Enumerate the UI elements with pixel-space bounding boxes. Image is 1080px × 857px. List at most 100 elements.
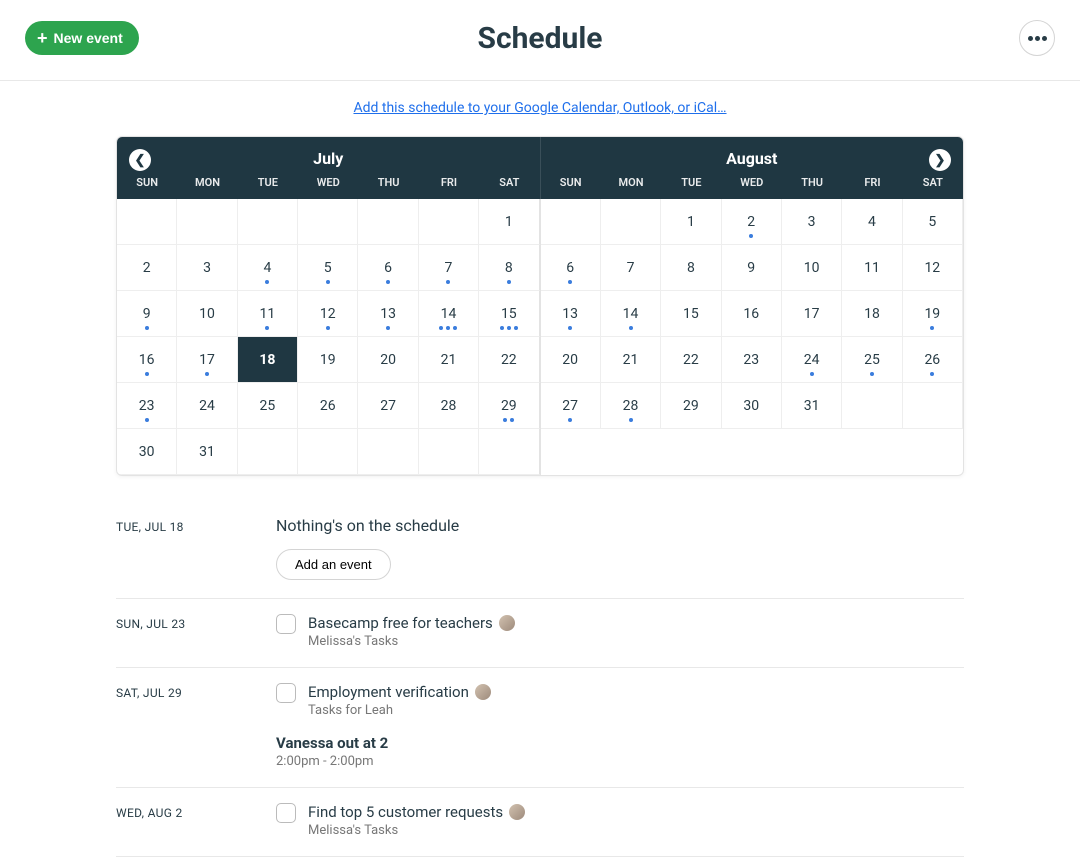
month-label-right: August (541, 137, 964, 172)
calendar-day[interactable]: 30 (722, 383, 782, 429)
assignee-avatar (499, 615, 515, 631)
new-event-button[interactable]: + New event (25, 21, 139, 55)
add-external-calendar-link[interactable]: Add this schedule to your Google Calenda… (353, 100, 726, 116)
calendar-day[interactable]: 15 (479, 291, 539, 337)
calendar-day[interactable]: 26 (903, 337, 963, 383)
calendar-day[interactable]: 1 (661, 199, 721, 245)
calendar-day[interactable]: 10 (782, 245, 842, 291)
calendar-day[interactable]: 24 (177, 383, 237, 429)
calendar-day[interactable]: 17 (782, 291, 842, 337)
calendar-day[interactable]: 6 (358, 245, 418, 291)
agenda-task-item[interactable]: Employment verificationTasks for Leah (276, 682, 964, 718)
day-number: 21 (623, 353, 639, 367)
calendar-day[interactable]: 8 (661, 245, 721, 291)
day-of-week-label: SUN (541, 172, 601, 199)
event-indicator-dots (238, 326, 297, 330)
calendar-day[interactable]: 29 (479, 383, 539, 429)
agenda-task-item[interactable]: Find top 5 customer requestsMelissa's Ta… (276, 802, 964, 838)
calendar-day[interactable]: 26 (298, 383, 358, 429)
calendar-day[interactable]: 31 (782, 383, 842, 429)
subheader: Add this schedule to your Google Calenda… (0, 81, 1080, 120)
agenda-task-item[interactable]: Basecamp free for teachersMelissa's Task… (276, 613, 964, 649)
calendar-day[interactable]: 25 (238, 383, 298, 429)
calendar-day[interactable]: 5 (903, 199, 963, 245)
calendar-day[interactable]: 5 (298, 245, 358, 291)
calendar-day[interactable]: 21 (419, 337, 479, 383)
calendar-day-empty (238, 199, 298, 245)
calendar-day[interactable]: 2 (722, 199, 782, 245)
calendar-day[interactable]: 7 (419, 245, 479, 291)
calendar-day[interactable]: 3 (782, 199, 842, 245)
calendar-day[interactable]: 20 (541, 337, 601, 383)
calendar-day[interactable]: 12 (903, 245, 963, 291)
calendar-day[interactable]: 6 (541, 245, 601, 291)
more-menu-button[interactable] (1019, 20, 1055, 56)
task-checkbox[interactable] (276, 614, 296, 634)
calendar-day[interactable]: 17 (177, 337, 237, 383)
calendar-day[interactable]: 12 (298, 291, 358, 337)
day-number: 15 (683, 307, 699, 321)
task-checkbox[interactable] (276, 683, 296, 703)
day-number: 19 (320, 353, 336, 367)
calendar-day[interactable]: 13 (541, 291, 601, 337)
agenda-content: Employment verificationTasks for Leah Van… (276, 682, 964, 769)
day-number: 29 (683, 399, 699, 413)
calendar-day[interactable]: 30 (117, 429, 177, 475)
calendar-day[interactable]: 2 (117, 245, 177, 291)
calendar-day[interactable]: 9 (722, 245, 782, 291)
event-indicator-dots (358, 280, 417, 284)
day-number: 15 (501, 307, 517, 321)
calendar-day[interactable]: 27 (541, 383, 601, 429)
calendar-day[interactable]: 22 (479, 337, 539, 383)
calendar-day[interactable]: 15 (661, 291, 721, 337)
calendar-day[interactable]: 18 (842, 291, 902, 337)
calendar-day[interactable]: 25 (842, 337, 902, 383)
task-project-label: Melissa's Tasks (308, 634, 515, 649)
day-number: 8 (687, 261, 695, 275)
agenda-event[interactable]: Vanessa out at 22:00pm - 2:00pm (276, 734, 964, 769)
agenda-date: SUN, JUL 23 (116, 613, 276, 649)
calendar-day[interactable]: 16 (722, 291, 782, 337)
agenda-content: Find top 5 customer requestsMelissa's Ta… (276, 802, 964, 838)
calendar-day[interactable]: 28 (601, 383, 661, 429)
add-event-button[interactable]: Add an event (276, 549, 391, 580)
calendar-day[interactable]: 11 (842, 245, 902, 291)
calendar-day[interactable]: 19 (298, 337, 358, 383)
calendar-day[interactable]: 4 (842, 199, 902, 245)
prev-month-button[interactable]: ❮ (129, 149, 151, 171)
calendar-day[interactable]: 4 (238, 245, 298, 291)
calendar-day[interactable]: 9 (117, 291, 177, 337)
calendar-day[interactable]: 3 (177, 245, 237, 291)
calendar-day[interactable]: 18 (238, 337, 298, 383)
next-month-button[interactable]: ❯ (929, 149, 951, 171)
plus-icon: + (37, 29, 48, 47)
calendar-day[interactable]: 1 (479, 199, 539, 245)
calendar-day[interactable]: 13 (358, 291, 418, 337)
calendar-day[interactable]: 7 (601, 245, 661, 291)
day-of-week-label: SUN (117, 172, 177, 199)
calendar-day[interactable]: 31 (177, 429, 237, 475)
calendar-day[interactable]: 22 (661, 337, 721, 383)
calendar-day[interactable]: 16 (117, 337, 177, 383)
day-of-week-label: TUE (238, 172, 298, 199)
calendar-day[interactable]: 27 (358, 383, 418, 429)
day-number: 20 (380, 353, 396, 367)
agenda-date: SAT, JUL 29 (116, 682, 276, 769)
calendar-day[interactable]: 14 (601, 291, 661, 337)
day-number: 17 (804, 307, 820, 321)
calendar-day[interactable]: 20 (358, 337, 418, 383)
calendar-day[interactable]: 23 (117, 383, 177, 429)
calendar-day[interactable]: 23 (722, 337, 782, 383)
day-number: 23 (139, 399, 155, 413)
calendar-day[interactable]: 11 (238, 291, 298, 337)
calendar-day[interactable]: 21 (601, 337, 661, 383)
calendar-day[interactable]: 19 (903, 291, 963, 337)
calendar-day[interactable]: 8 (479, 245, 539, 291)
task-checkbox[interactable] (276, 803, 296, 823)
calendar-day[interactable]: 14 (419, 291, 479, 337)
calendar-day[interactable]: 28 (419, 383, 479, 429)
calendar-half-right: August SUNMONTUEWEDTHUFRISAT (541, 137, 964, 199)
calendar-day[interactable]: 29 (661, 383, 721, 429)
calendar-day[interactable]: 10 (177, 291, 237, 337)
calendar-day[interactable]: 24 (782, 337, 842, 383)
